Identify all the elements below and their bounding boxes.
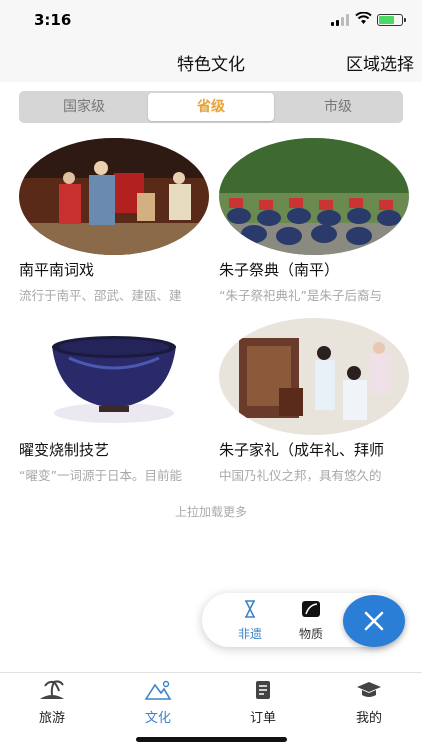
filter-label: 非遗 <box>237 627 262 641</box>
filter-material[interactable]: 物质 <box>289 600 333 642</box>
tab-profile[interactable]: 我的 <box>334 679 404 726</box>
card-title: 曜变烧制技艺 <box>19 441 110 459</box>
leaf-icon <box>302 601 320 617</box>
status-bar: 3:16 <box>0 0 422 40</box>
segment-city[interactable]: 市级 <box>275 93 401 121</box>
document-icon <box>256 681 270 699</box>
tab-label: 我的 <box>355 711 382 726</box>
tab-label: 旅游 <box>38 711 65 726</box>
card-description: 中国乃礼仪之邦，具有悠久的 <box>219 468 382 483</box>
island-icon <box>40 680 64 699</box>
navigation-bar: 特色文化 区域选择 <box>0 40 422 82</box>
card-image-rite <box>219 318 409 435</box>
filter-intangible-heritage[interactable]: 非遗 <box>228 600 272 642</box>
card-title: 朱子祭典（南平） <box>219 261 340 279</box>
home-indicator <box>136 737 287 742</box>
signal-icon <box>331 14 349 26</box>
mountain-icon <box>144 680 172 700</box>
tab-travel[interactable]: 旅游 <box>17 679 87 726</box>
tab-culture[interactable]: 文化 <box>123 679 193 726</box>
card-title: 朱子家礼（成年礼、拜师 <box>219 441 385 459</box>
culture-card[interactable]: 曜变烧制技艺 “曜变”一词源于日本。目前能 <box>19 318 209 488</box>
battery-icon <box>377 14 406 26</box>
culture-card[interactable]: 南平南词戏 流行于南平、邵武、建瓯、建 <box>19 138 209 308</box>
culture-card[interactable]: 朱子祭典（南平） “朱子祭祀典礼”是朱子后裔与 <box>219 138 409 308</box>
tab-label: 文化 <box>144 711 171 726</box>
card-image-ceremony <box>219 138 409 255</box>
status-time: 3:16 <box>34 11 72 29</box>
tab-orders[interactable]: 订单 <box>228 679 298 726</box>
card-description: “朱子祭祀典礼”是朱子后裔与 <box>219 288 382 303</box>
card-title: 南平南词戏 <box>19 261 95 279</box>
segment-provincial[interactable]: 省级 <box>148 93 274 121</box>
tab-label: 订单 <box>249 711 276 726</box>
card-image-opera <box>19 138 209 255</box>
filter-label: 物质 <box>298 627 323 641</box>
segment-national[interactable]: 国家级 <box>21 93 147 121</box>
level-segmented-control: 国家级 省级 市级 <box>19 91 403 123</box>
card-description: “曜变”一词源于日本。目前能 <box>19 468 182 483</box>
load-more-hint: 上拉加载更多 <box>174 505 247 519</box>
hourglass-icon <box>245 600 255 618</box>
culture-card[interactable]: 朱子家礼（成年礼、拜师 中国乃礼仪之邦，具有悠久的 <box>219 318 409 488</box>
card-description: 流行于南平、邵武、建瓯、建 <box>19 288 182 303</box>
graduation-cap-icon <box>357 682 381 697</box>
card-image-bowl <box>19 318 209 435</box>
wifi-icon <box>355 12 372 24</box>
close-fab-button[interactable] <box>343 595 405 647</box>
region-select-button[interactable]: 区域选择 <box>346 50 414 75</box>
close-icon <box>364 611 384 631</box>
